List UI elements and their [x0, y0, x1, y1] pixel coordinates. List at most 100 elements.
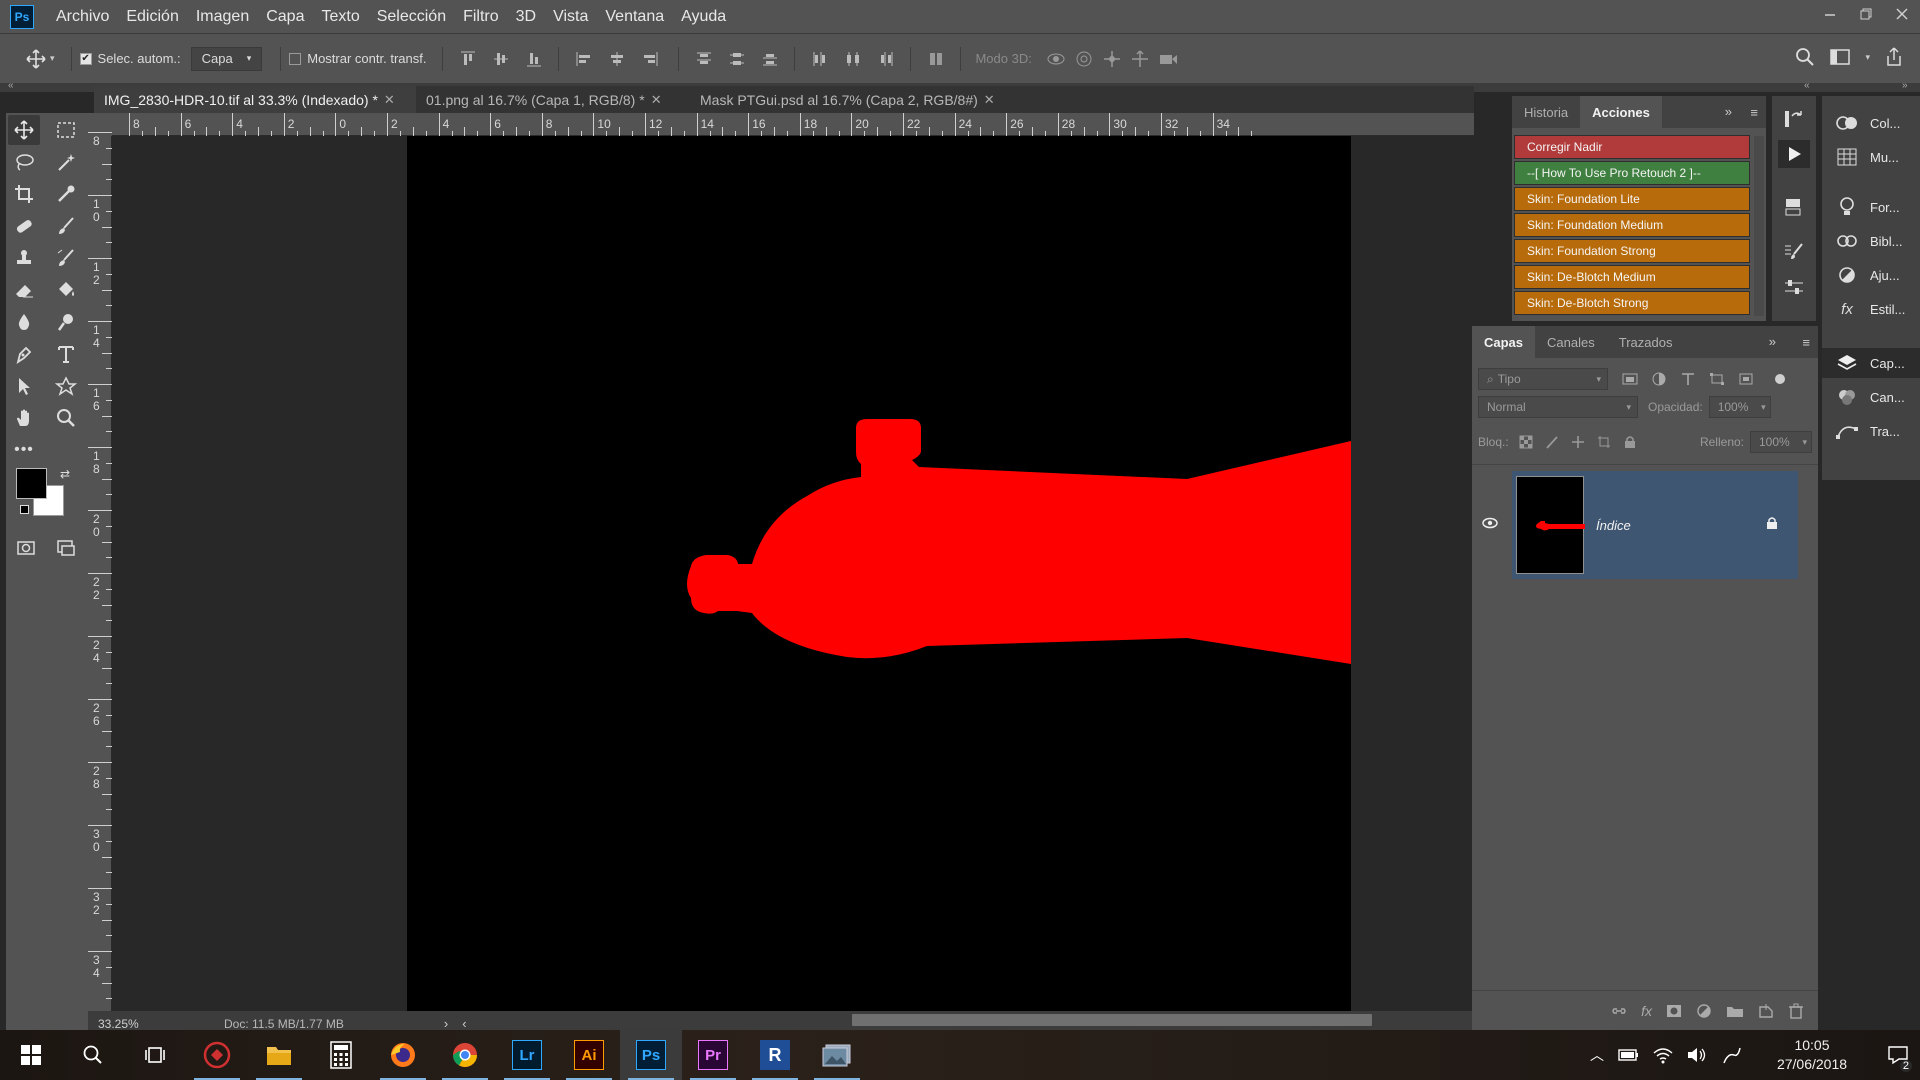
canvas-workspace[interactable] [112, 136, 1474, 1011]
align-vcenter-button[interactable] [484, 46, 517, 72]
show-transform-checkbox[interactable] [289, 52, 302, 65]
pen-workspace-icon[interactable] [1720, 1045, 1742, 1065]
zoom-tool[interactable] [50, 403, 82, 433]
collapse-toolbar-icon[interactable]: « [8, 80, 14, 91]
action-item[interactable]: Skin: Foundation Medium [1514, 213, 1750, 237]
pan-3d-button[interactable] [1098, 46, 1126, 72]
tab-capas[interactable]: Capas [1472, 326, 1536, 358]
screen-mode-button[interactable] [50, 533, 82, 563]
battery-icon[interactable] [1618, 1048, 1640, 1062]
dock-styles[interactable]: fx Estil... [1822, 294, 1920, 324]
tab-trazados[interactable]: Trazados [1607, 326, 1685, 358]
lock-artboard-icon[interactable] [1597, 435, 1611, 449]
shape-tool[interactable] [50, 371, 82, 401]
healing-brush-tool[interactable] [8, 211, 40, 241]
blur-tool[interactable] [8, 307, 40, 337]
action-item[interactable]: Skin: Foundation Strong [1514, 239, 1750, 263]
trash-icon[interactable] [1788, 1003, 1804, 1019]
menu-ventana[interactable]: Ventana [605, 8, 664, 26]
filter-type-icon[interactable] [1680, 372, 1696, 386]
collapse-panels-icon[interactable]: « [1804, 80, 1810, 91]
crop-tool[interactable] [8, 179, 40, 209]
taskbar-search-button[interactable] [62, 1030, 124, 1080]
share-icon[interactable] [1884, 46, 1904, 68]
adjustment-layer-icon[interactable] [1696, 1003, 1712, 1019]
lock-all-icon[interactable] [1623, 435, 1637, 449]
filter-pixel-icon[interactable] [1622, 372, 1638, 386]
layer-filter-dropdown[interactable]: ⌕ Tipo ▾ [1478, 368, 1608, 390]
magic-wand-tool[interactable] [50, 147, 82, 177]
path-selection-tool[interactable] [8, 371, 40, 401]
task-view-button[interactable] [124, 1030, 186, 1080]
close-icon[interactable]: ✕ [984, 92, 995, 108]
menu-ayuda[interactable]: Ayuda [681, 8, 726, 26]
distribute-vcenter-button[interactable] [720, 46, 753, 72]
dock-channels[interactable]: Can... [1822, 382, 1920, 412]
opacity-field[interactable]: 100% ▾ [1708, 396, 1771, 418]
brush-settings-button[interactable] [1782, 241, 1806, 268]
wifi-icon[interactable] [1652, 1046, 1674, 1064]
close-icon[interactable]: ✕ [384, 92, 395, 108]
zoom-level[interactable]: 33.25% [88, 1017, 184, 1031]
align-top-button[interactable] [451, 46, 484, 72]
tab-historia[interactable]: Historia [1512, 96, 1580, 128]
edit-toolbar-button[interactable]: ••• [8, 435, 40, 465]
menu-capa[interactable]: Capa [266, 8, 304, 26]
close-icon[interactable]: ✕ [651, 92, 662, 108]
taskbar-premiere[interactable]: Pr [682, 1030, 744, 1080]
brush-tool[interactable] [50, 211, 82, 241]
expand-panels-icon[interactable]: » [1902, 80, 1908, 91]
taskbar-file-explorer[interactable] [248, 1030, 310, 1080]
panel-menu-icon[interactable]: ≡ [1750, 105, 1758, 120]
eyedropper-tool[interactable] [50, 179, 82, 209]
distribute-left-button[interactable] [803, 46, 836, 72]
menu-3d[interactable]: 3D [516, 8, 536, 26]
orbit-3d-button[interactable] [1042, 46, 1070, 72]
lasso-tool[interactable] [8, 147, 40, 177]
filter-adjustment-icon[interactable] [1651, 372, 1667, 386]
horizontal-scrollbar-thumb[interactable] [852, 1014, 1372, 1026]
close-window-button[interactable] [1884, 0, 1920, 28]
lock-position-icon[interactable] [1571, 435, 1585, 449]
quick-mask-button[interactable] [10, 533, 42, 563]
history-panel-button[interactable] [1782, 108, 1806, 135]
clone-stamp-tool[interactable] [8, 243, 40, 273]
roll-3d-button[interactable] [1070, 46, 1098, 72]
search-icon[interactable] [1795, 47, 1815, 67]
chevron-down-icon[interactable]: ▾ [1865, 52, 1870, 63]
collapse-panel-icon[interactable]: » [1769, 334, 1776, 349]
workspace-icon[interactable] [1829, 47, 1851, 67]
actions-scrollbar[interactable] [1754, 136, 1764, 316]
show-hidden-icons-icon[interactable]: ︿ [1590, 1045, 1604, 1065]
filter-smart-object-icon[interactable] [1738, 372, 1754, 386]
ruler-horizontal[interactable]: 8 6 4 2 0 2 4 6 8 10 12 14 16 18 20 22 24 26 28 30 32 34 [112, 113, 1474, 136]
action-item[interactable]: --[ How To Use Pro Retouch 2 ]-- [1514, 161, 1750, 185]
tab-img-2830[interactable]: IMG_2830-HDR-10.tif al 33.3% (Indexado) … [94, 86, 416, 113]
lock-transparent-icon[interactable] [1519, 435, 1533, 449]
taskbar-firefox[interactable] [372, 1030, 434, 1080]
action-item[interactable]: Skin: Foundation Lite [1514, 187, 1750, 211]
dock-swatches[interactable]: Mu... [1822, 142, 1920, 172]
taskbar-photos[interactable] [806, 1030, 868, 1080]
lock-pixels-icon[interactable] [1545, 435, 1559, 449]
foreground-color-swatch[interactable] [16, 468, 47, 499]
taskbar-photoshop[interactable]: Ps [620, 1030, 682, 1080]
action-item[interactable]: Skin: De-Blotch Strong [1514, 291, 1750, 315]
dock-paths[interactable]: Tra... [1822, 416, 1920, 446]
panel-menu-icon[interactable]: ≡ [1802, 335, 1810, 350]
scroll-left-icon[interactable]: ‹ [462, 1016, 466, 1031]
scale-3d-button[interactable] [1154, 46, 1182, 72]
start-button[interactable] [0, 1030, 62, 1080]
move-tool[interactable] [8, 115, 40, 145]
move-tool-preset-button[interactable] [22, 46, 50, 72]
default-colors-icon[interactable] [20, 505, 29, 514]
tab-canales[interactable]: Canales [1535, 326, 1607, 358]
menu-filtro[interactable]: Filtro [463, 8, 499, 26]
action-item[interactable]: Corregir Nadir [1514, 135, 1750, 159]
menu-edicion[interactable]: Edición [126, 8, 178, 26]
actions-panel-button[interactable] [1778, 140, 1810, 168]
ruler-vertical[interactable]: 8 10 12 14 16 18 20 22 24 26 28 30 32 34 [88, 132, 112, 1011]
new-layer-icon[interactable] [1758, 1003, 1774, 1019]
menu-imagen[interactable]: Imagen [196, 8, 249, 26]
type-tool[interactable] [50, 339, 82, 369]
